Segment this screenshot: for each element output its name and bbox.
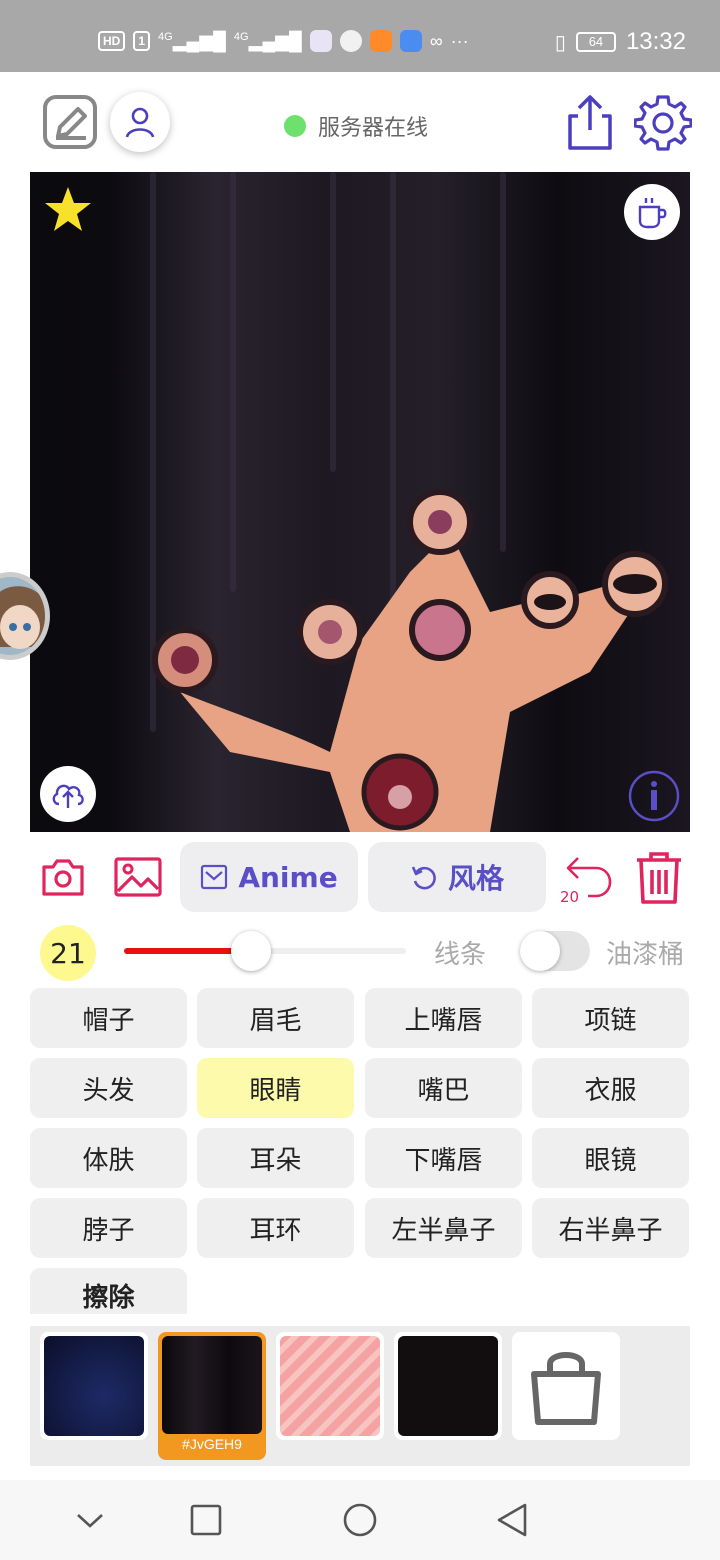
part-button[interactable]: 耳环	[197, 1198, 354, 1258]
bucket-label: 油漆桶	[606, 940, 685, 970]
info-icon	[628, 770, 680, 822]
brush-size-badge: 21	[40, 925, 96, 981]
image-icon	[114, 857, 162, 897]
app-notification-icon	[339, 30, 362, 52]
clock: 13:32	[625, 28, 686, 55]
rotate-icon	[411, 866, 436, 890]
part-button[interactable]: 擦除	[30, 1268, 187, 1314]
bucket-toggle[interactable]	[520, 931, 590, 971]
part-button[interactable]: 右半鼻子	[532, 1198, 689, 1258]
app-notification-icon	[399, 30, 422, 52]
drawing-canvas[interactable]	[30, 172, 690, 832]
mail-icon	[201, 864, 228, 890]
part-button[interactable]: 帽子	[30, 988, 187, 1048]
cloud-upload-icon	[52, 784, 84, 808]
circle-icon	[343, 1503, 377, 1537]
style-thumbnail[interactable]	[394, 1332, 502, 1440]
info-button[interactable]	[626, 768, 682, 824]
app-notification-icon	[309, 30, 332, 52]
artwork-figure	[152, 489, 668, 832]
edit-button[interactable]	[42, 94, 98, 150]
status-dot	[284, 115, 306, 137]
style-thumbnail-strip: #JvGEH9	[30, 1326, 690, 1466]
style-thumbnail[interactable]	[276, 1332, 384, 1440]
part-button[interactable]: 耳朵	[197, 1128, 354, 1188]
line-mode-label: 线条	[434, 940, 487, 970]
server-status: 服务器在线	[284, 110, 428, 142]
app-notification-icon	[369, 30, 392, 52]
thumbnail-image	[162, 1336, 262, 1434]
part-button[interactable]: 眼睛	[197, 1058, 354, 1118]
anime-mode-label: Anime	[238, 860, 338, 894]
undo-count: 20	[560, 888, 580, 906]
part-button[interactable]: 体肤	[30, 1128, 187, 1188]
collapse-button[interactable]	[72, 1502, 108, 1538]
thumbnail-image	[398, 1336, 498, 1436]
chevron-down-icon	[77, 1514, 103, 1528]
undo-button[interactable]: 20	[556, 848, 616, 908]
signal-icon-2: 4G▂▄▆█	[233, 30, 302, 51]
anime-mode-button[interactable]: Anime	[180, 842, 358, 912]
slider-thumb[interactable]	[231, 931, 271, 971]
more-notifications-icon: ···	[450, 30, 469, 51]
hd-indicator: HD	[98, 31, 126, 51]
camera-button[interactable]	[40, 854, 86, 900]
coffee-button[interactable]	[624, 184, 680, 240]
profile-button[interactable]	[110, 92, 170, 152]
thumbnail-image	[44, 1336, 144, 1436]
star-icon	[45, 187, 91, 231]
settings-button[interactable]	[634, 94, 692, 152]
vibrate-icon: ▯	[554, 31, 566, 54]
part-button[interactable]: 眉毛	[197, 988, 354, 1048]
part-button[interactable]: 脖子	[30, 1198, 187, 1258]
status-bar: HD 1 4G▂▄▆█ 4G▂▄▆█ ∞ ··· ▯ 64 13:32	[0, 0, 720, 72]
part-button[interactable]: 头发	[30, 1058, 187, 1118]
coffee-cup-icon	[638, 198, 667, 229]
gallery-button[interactable]	[114, 854, 162, 900]
camera-icon	[42, 859, 84, 896]
part-button[interactable]: 嘴巴	[365, 1058, 522, 1118]
trash-icon	[637, 852, 681, 904]
user-icon	[125, 107, 155, 138]
brush-controls: 21 线条 油漆桶	[30, 922, 690, 982]
part-button[interactable]: 衣服	[532, 1058, 689, 1118]
app-notification-icon: ∞	[429, 30, 443, 51]
style-thumbnail-active[interactable]: #JvGEH9	[158, 1332, 266, 1460]
thumbnail-image	[280, 1336, 380, 1436]
recents-button[interactable]	[186, 1500, 226, 1540]
part-button[interactable]: 左半鼻子	[365, 1198, 522, 1258]
style-thumbnail[interactable]	[40, 1332, 148, 1440]
part-button[interactable]: 下嘴唇	[365, 1128, 522, 1188]
back-button[interactable]	[492, 1500, 532, 1540]
tool-row: Anime 风格 20	[30, 842, 690, 912]
top-bar: 服务器在线	[0, 72, 720, 172]
shop-button[interactable]	[512, 1332, 620, 1440]
upload-button[interactable]	[40, 766, 96, 822]
triangle-back-icon	[497, 1503, 527, 1537]
sim-indicator: 1	[133, 31, 151, 51]
part-button[interactable]: 项链	[532, 988, 689, 1048]
toggle-knob	[520, 931, 560, 971]
shopping-bag-icon	[531, 1352, 601, 1425]
square-icon	[190, 1504, 222, 1536]
edit-icon	[43, 95, 97, 149]
style-button[interactable]: 风格	[368, 842, 546, 912]
status-right-icons: ▯ 64 13:32	[555, 28, 686, 56]
system-nav-bar	[0, 1480, 720, 1560]
server-status-text: 服务器在线	[318, 116, 429, 141]
signal-icon: 4G▂▄▆█	[158, 30, 226, 51]
home-button[interactable]	[340, 1500, 380, 1540]
share-icon	[568, 95, 612, 150]
gear-icon	[634, 95, 692, 151]
share-button[interactable]	[564, 94, 616, 152]
battery-icon: 64	[575, 32, 616, 52]
part-button[interactable]: 眼镜	[532, 1128, 689, 1188]
favorite-button[interactable]	[40, 182, 96, 238]
part-button[interactable]: 上嘴唇	[365, 988, 522, 1048]
delete-button[interactable]	[632, 848, 686, 908]
status-left-icons: HD 1 4G▂▄▆█ 4G▂▄▆█ ∞ ···	[98, 30, 469, 52]
style-label: 风格	[447, 862, 504, 895]
thumbnail-caption: #JvGEH9	[182, 1436, 242, 1452]
brush-size-slider[interactable]	[124, 931, 406, 971]
